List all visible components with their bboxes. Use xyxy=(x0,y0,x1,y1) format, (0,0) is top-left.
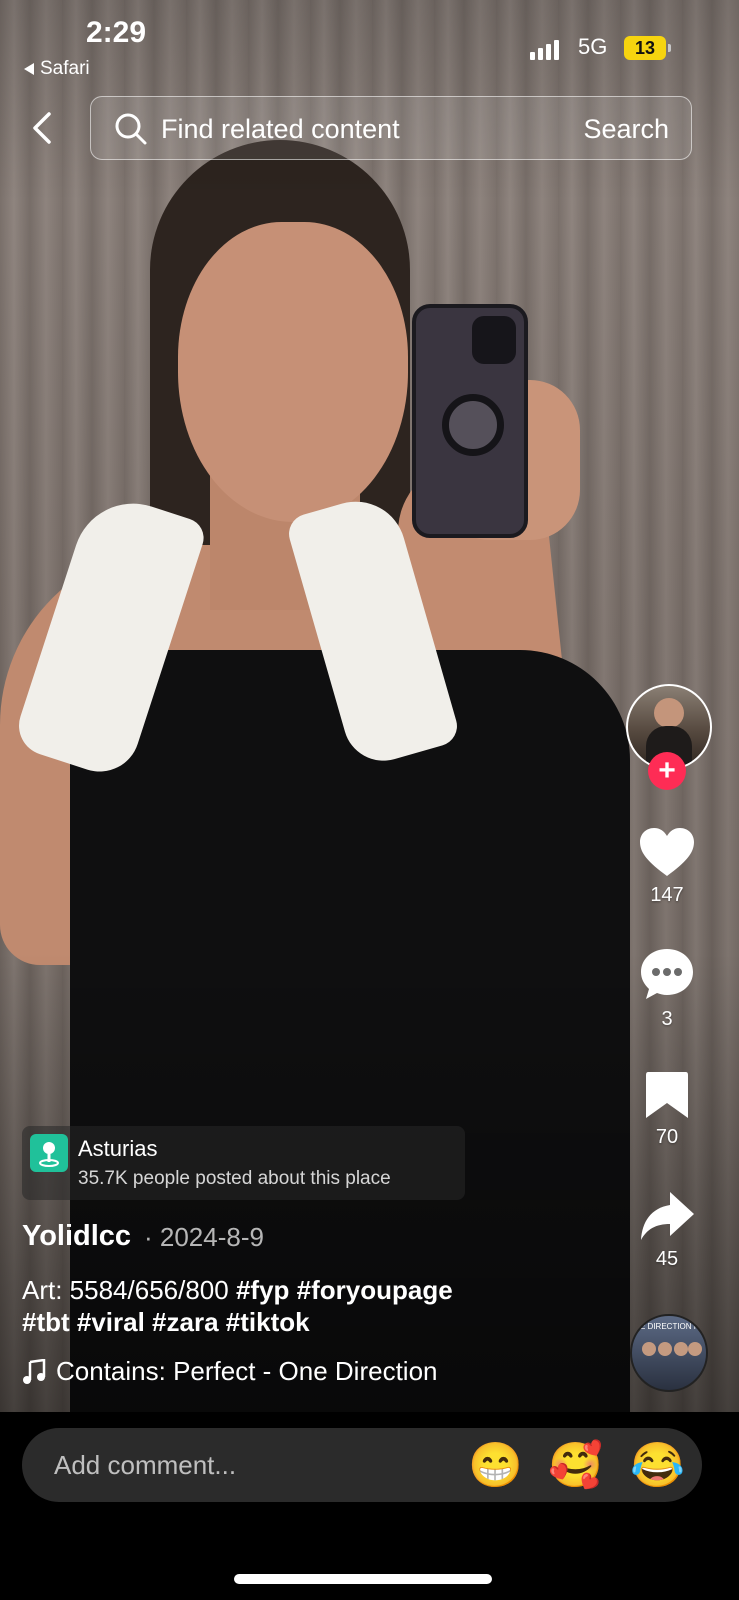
like-button[interactable]: 147 xyxy=(630,826,704,907)
comment-placeholder[interactable]: Add comment... xyxy=(54,1450,236,1481)
status-bar: 2:29 Safari 5G 13 xyxy=(0,0,739,90)
back-to-app-link[interactable]: Safari xyxy=(24,58,90,80)
disc-figure xyxy=(658,1342,672,1356)
caption-hashtags-line2[interactable]: #tbt #viral #zara #tiktok xyxy=(22,1307,310,1337)
location-card[interactable]: Asturias 35.7K people posted about this … xyxy=(22,1126,465,1200)
share-count: 45 xyxy=(655,1248,679,1270)
status-time: 2:29 xyxy=(86,16,147,49)
comment-button[interactable]: 3 xyxy=(630,946,704,1031)
search-placeholder[interactable]: Find related content xyxy=(161,114,400,145)
emoji-grin[interactable]: 😁 xyxy=(468,1440,523,1492)
heart-icon xyxy=(640,828,694,876)
location-pin-icon xyxy=(30,1134,68,1172)
emoji-hearts-face[interactable]: 🥰 xyxy=(548,1440,603,1492)
comment-bubble-icon xyxy=(641,949,693,999)
search-button[interactable]: Search xyxy=(583,114,669,145)
location-name: Asturias xyxy=(78,1136,158,1161)
caption-hashtags-line1[interactable]: #fyp #foryoupage xyxy=(236,1275,453,1305)
avatar-face xyxy=(654,698,684,728)
disc-figure xyxy=(674,1342,688,1356)
disc-figure xyxy=(688,1342,702,1356)
like-count: 147 xyxy=(650,884,684,906)
sound-link[interactable]: Contains: Perfect - One Direction xyxy=(22,1356,438,1387)
home-indicator[interactable] xyxy=(234,1574,492,1584)
signal-icon xyxy=(530,38,559,60)
music-disc-label: E DIRECTION PERF xyxy=(640,1322,708,1331)
network-label: 5G xyxy=(578,34,608,59)
search-bar[interactable]: Find related content Search xyxy=(90,96,692,160)
bookmark-icon xyxy=(646,1072,688,1118)
emoji-tears-of-joy[interactable]: 😂 xyxy=(630,1440,685,1492)
battery-icon: 13 xyxy=(624,36,666,60)
battery-level: 13 xyxy=(634,37,656,58)
follow-button[interactable]: + xyxy=(648,752,686,790)
music-note-icon xyxy=(23,1358,46,1384)
music-disc[interactable]: E DIRECTION PERF xyxy=(630,1314,708,1392)
disc-figure xyxy=(642,1342,656,1356)
save-count: 70 xyxy=(655,1126,679,1148)
sound-title: Contains: Perfect - One Direction xyxy=(56,1356,438,1386)
back-triangle-icon xyxy=(24,63,34,75)
back-button[interactable] xyxy=(22,106,62,150)
caption-text: Art: 5584/656/800 xyxy=(22,1275,229,1305)
comment-count: 3 xyxy=(661,1008,673,1030)
share-button[interactable]: 45 xyxy=(630,1190,704,1271)
share-arrow-icon xyxy=(641,1192,694,1240)
author-name[interactable]: Yolidlcc xyxy=(22,1220,131,1253)
post-caption: Art: 5584/656/800 #fyp #foryoupage #tbt … xyxy=(22,1274,602,1338)
back-app-label: Safari xyxy=(40,58,90,79)
search-icon xyxy=(115,113,147,145)
location-subtitle: 35.7K people posted about this place xyxy=(78,1168,391,1189)
save-button[interactable]: 70 xyxy=(630,1070,704,1149)
battery-cap xyxy=(668,44,671,52)
chevron-left-icon xyxy=(33,112,51,144)
post-date: · 2024-8-9 xyxy=(144,1222,264,1252)
